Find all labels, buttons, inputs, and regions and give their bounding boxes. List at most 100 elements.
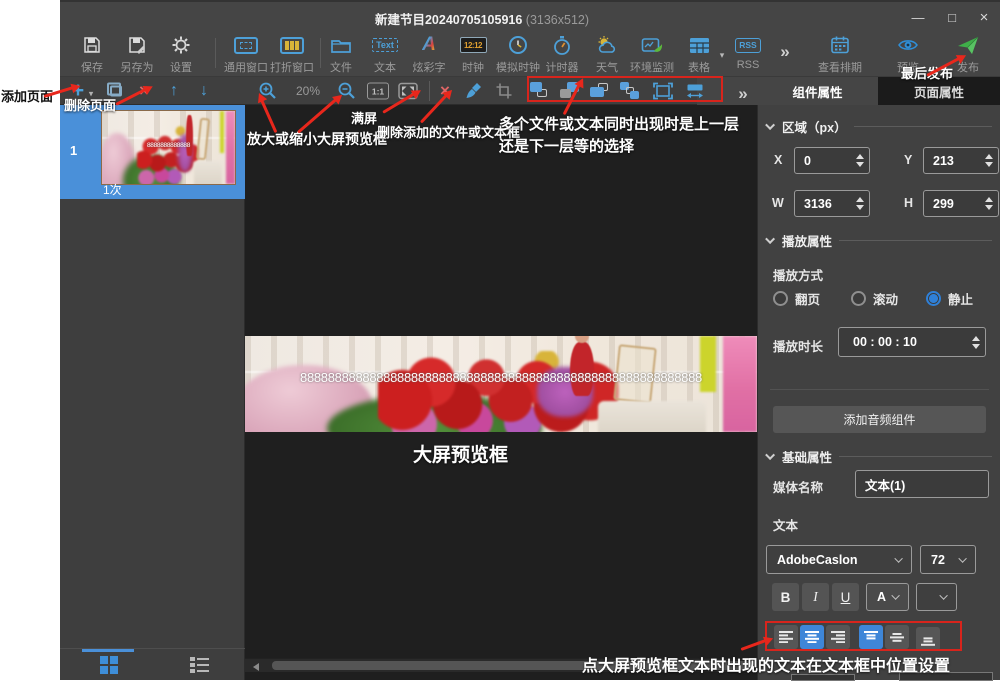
underline-button[interactable]: U	[832, 583, 859, 611]
font-family-select[interactable]: AdobeCaslon	[766, 545, 912, 574]
dropdown-chevron-icon	[894, 554, 902, 562]
font-size-select[interactable]: 72	[920, 545, 976, 574]
y-spinner[interactable]	[985, 154, 998, 167]
close-button[interactable]: ×	[971, 8, 997, 26]
y-input[interactable]: 213	[923, 147, 999, 174]
list-view-button[interactable]	[190, 657, 209, 673]
table-icon	[689, 33, 710, 57]
duration-input[interactable]: 00 : 00 : 10	[838, 327, 986, 357]
annotation-preview-frame-label: 大屏预览框	[413, 440, 508, 467]
toolbar-separator	[429, 81, 430, 101]
list-view-icon	[190, 657, 209, 661]
actual-size-button[interactable]: 1:1	[367, 83, 389, 100]
duration-label: 播放时长	[773, 336, 823, 355]
view-mode-indicator	[82, 649, 134, 652]
spinner-up-icon	[856, 154, 864, 159]
radio-selected-icon	[926, 291, 941, 306]
preview-text-overlay[interactable]: 8888888888888888888888888888888888888888…	[245, 370, 757, 385]
radio-static[interactable]: 静止	[926, 289, 973, 308]
screen-preview-frame[interactable]: 8888888888888888888888888888888888888888…	[245, 336, 757, 432]
annotation-align-hint: 点大屏预览框文本时出现的文本在文本框中位置设置	[582, 652, 950, 676]
window-title: 新建节目20240705105916 (3136x512)	[60, 9, 904, 28]
spinner-down-icon	[856, 162, 864, 167]
italic-button[interactable]: I	[802, 583, 829, 611]
edit-toolbar-more-icon[interactable]: »	[738, 84, 747, 104]
h-spinner[interactable]	[985, 197, 998, 210]
move-page-up-button[interactable]: ↑	[170, 82, 178, 100]
folding-window-icon	[280, 33, 304, 57]
stage-area[interactable]: 放大或缩小大屏预览框 满屏 删除添加的文件或文本框 多个文件或文本同时出现时是上…	[245, 105, 757, 680]
save-as-icon	[127, 33, 147, 57]
x-input[interactable]: 0	[794, 147, 870, 174]
rss-icon: RSS	[735, 38, 760, 53]
annotation-zoom-hint: 放大或缩小大屏预览框	[247, 129, 387, 149]
section-basic[interactable]: 基础属性	[768, 447, 992, 466]
dropdown-chevron-icon	[891, 591, 899, 599]
media-name-input[interactable]: 文本(1)	[855, 470, 989, 498]
rss-button[interactable]: RSS RSS	[716, 33, 780, 71]
w-input[interactable]: 3136	[794, 190, 870, 217]
y-label: Y	[904, 153, 912, 167]
down-arrow-icon: ↓	[200, 82, 208, 100]
radio-flip[interactable]: 翻页	[773, 289, 820, 308]
radio-icon	[851, 291, 866, 306]
annotation-delete-page: 删除页面	[64, 95, 116, 114]
text-section-label: 文本	[773, 515, 798, 534]
folder-icon	[330, 33, 352, 57]
layer-tools-highlight-rect	[527, 76, 723, 102]
title-bar[interactable]: 新建节目20240705105916 (3136x512) — □ ×	[60, 2, 1000, 30]
minimize-button[interactable]: —	[905, 8, 931, 26]
collapse-chevron-icon	[765, 450, 775, 460]
duration-spinner[interactable]	[972, 336, 985, 349]
h-input[interactable]: 299	[923, 190, 999, 217]
save-icon	[82, 33, 102, 57]
bold-button[interactable]: B	[772, 583, 799, 611]
zoom-level: 20%	[296, 84, 320, 98]
page-number: 1	[70, 143, 77, 158]
section-region[interactable]: 区域（px）	[768, 117, 992, 136]
repeat-count-badge: 1次	[103, 181, 122, 198]
page-list-sidebar: 1 8888888888888 1次	[60, 105, 245, 680]
dropdown-chevron-icon	[958, 554, 966, 562]
close-icon: ×	[980, 9, 989, 26]
collapse-chevron-icon	[765, 120, 775, 130]
brush-icon	[465, 82, 483, 100]
w-label: W	[772, 196, 784, 210]
clear-button[interactable]	[465, 82, 483, 100]
collapse-chevron-icon	[765, 234, 775, 244]
play-mode-label: 播放方式	[773, 265, 823, 284]
preview-photo[interactable]: 8888888888888888888888888888888888888888…	[245, 336, 757, 432]
thumbnail-photo: 8888888888888	[102, 111, 235, 184]
settings-button[interactable]: 设置	[149, 33, 213, 75]
page-list-item-selected[interactable]: 1 8888888888888 1次	[60, 105, 245, 199]
calendar-icon	[830, 33, 850, 57]
w-spinner[interactable]	[856, 197, 869, 210]
view-schedule-button[interactable]: 查看排期	[808, 33, 872, 75]
move-page-down-button[interactable]: ↓	[200, 82, 208, 100]
radio-scroll[interactable]: 滚动	[851, 289, 898, 308]
stopwatch-icon	[552, 33, 572, 57]
crop-button[interactable]	[496, 83, 513, 100]
x-spinner[interactable]	[856, 154, 869, 167]
thumbnail-text-overlay: 8888888888888	[102, 142, 235, 149]
minimize-icon: —	[912, 10, 925, 25]
section-play[interactable]: 播放属性	[768, 231, 992, 250]
eye-icon	[897, 33, 919, 57]
grid-view-icon	[100, 656, 108, 664]
scroll-left-icon[interactable]	[253, 663, 259, 671]
add-audio-button[interactable]: 添加音频组件	[773, 406, 986, 433]
extra-style-select[interactable]	[916, 583, 957, 611]
font-color-select[interactable]: A	[866, 583, 909, 611]
main-toolbar: 保存 另存为 设置 通用窗口 打折窗口 文件 Text	[60, 30, 1000, 77]
annotation-fullscreen-hint: 满屏	[351, 108, 377, 127]
gear-icon	[171, 33, 191, 57]
tab-component-properties[interactable]: 组件属性	[757, 77, 878, 105]
grid-view-button[interactable]	[100, 656, 118, 674]
maximize-button[interactable]: □	[939, 8, 965, 26]
dropdown-chevron-icon	[939, 591, 947, 599]
colorful-a-icon: A	[422, 35, 436, 55]
environment-monitor-icon	[641, 33, 663, 57]
page-thumbnail[interactable]: 8888888888888	[102, 111, 235, 184]
toolbar-more-icon[interactable]: »	[780, 42, 789, 62]
digital-clock-icon: 12:12	[460, 37, 487, 53]
